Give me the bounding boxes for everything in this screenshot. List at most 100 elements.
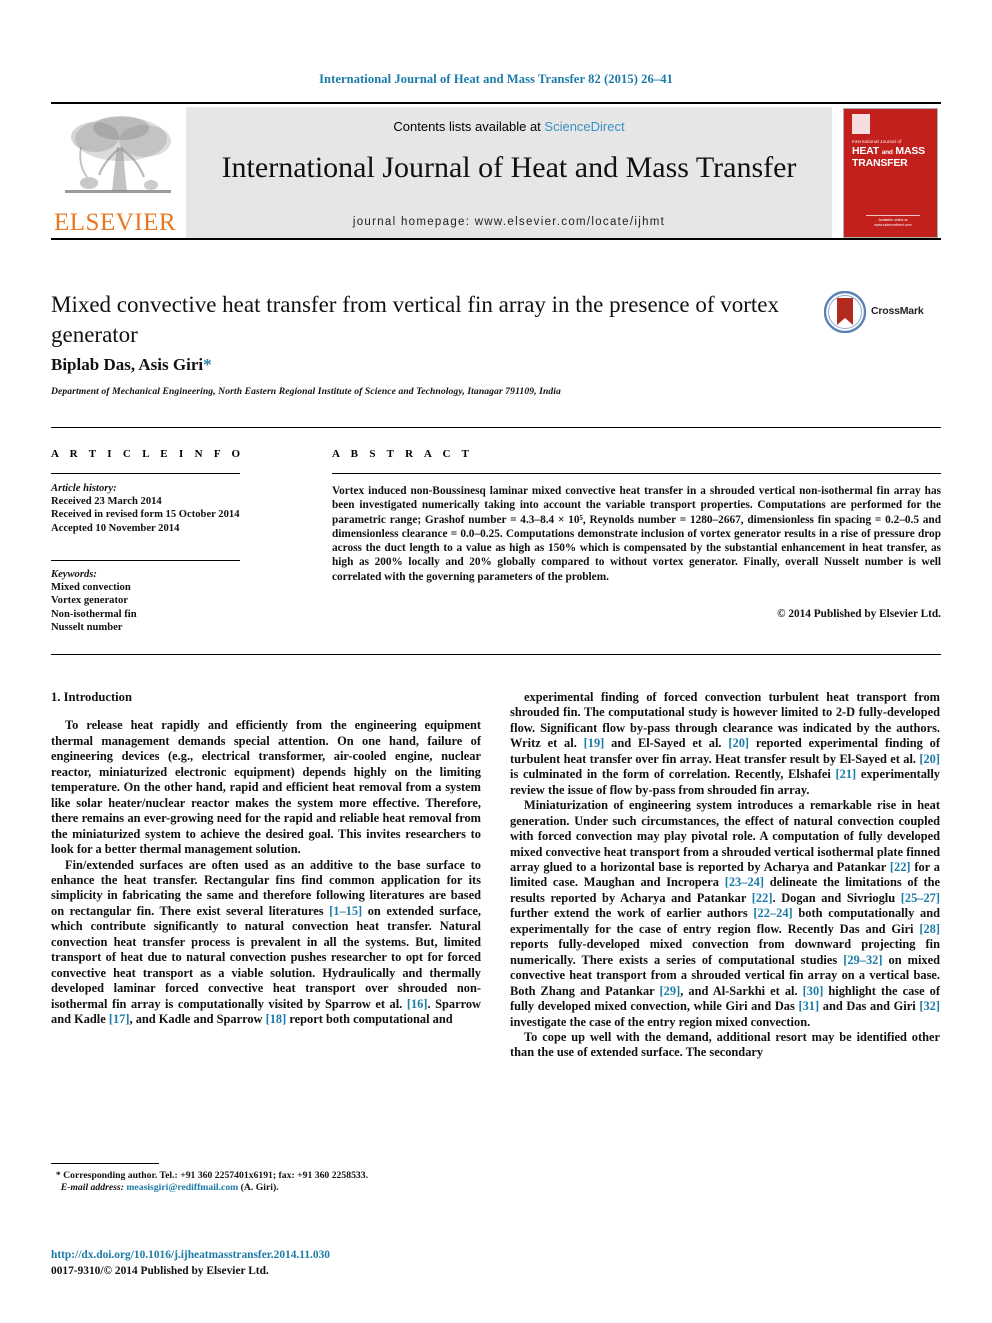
keyword-item: Non-isothermal fin <box>51 608 137 620</box>
text-run: is culminated in the form of correlation… <box>510 767 836 782</box>
cover-line-big: HEAT and MASS TRANSFER <box>852 146 925 169</box>
article-info-heading: A R T I C L E I N F O <box>51 448 245 460</box>
abstract-text: Vortex induced non-Boussinesq laminar mi… <box>332 485 941 583</box>
citation-ref[interactable]: [19] <box>584 736 605 750</box>
running-head: International Journal of Heat and Mass T… <box>319 72 673 86</box>
text-run: , and Kadle and Sparrow <box>129 1012 266 1027</box>
citation-ref[interactable]: [17] <box>109 1012 130 1026</box>
authors-names: Biplab Das, Asis Giri <box>51 355 204 374</box>
sciencedirect-link[interactable]: ScienceDirect <box>544 119 624 134</box>
cover-elsevier-icon <box>852 114 870 134</box>
citation-ref[interactable]: [29–32] <box>843 953 882 967</box>
footnote-marker: * <box>55 1170 61 1181</box>
abstract-copyright: © 2014 Published by Elsevier Ltd. <box>777 608 941 620</box>
masthead-center: Contents lists available at ScienceDirec… <box>186 107 832 239</box>
text-run: and El-Sayed et al. <box>604 736 729 751</box>
cover-line-small: International Journal of <box>852 139 902 144</box>
journal-cover: International Journal of HEAT and MASS T… <box>840 107 941 239</box>
text-run: on extended surface, which contribute si… <box>51 903 481 1011</box>
corresponding-author-footnote: * Corresponding author. Tel.: +91 360 22… <box>51 1170 481 1194</box>
citation-ref[interactable]: [30] <box>803 984 824 998</box>
text-run: report both computational and <box>286 1012 453 1027</box>
citation-ref[interactable]: [32] <box>919 999 940 1013</box>
article-info-divider <box>51 473 240 474</box>
elsevier-tree-icon <box>59 111 177 209</box>
article-history: Article history: Received 23 March 2014 … <box>51 482 281 535</box>
footnote-email-link[interactable]: measisgiri@rediffmail.com <box>126 1182 238 1193</box>
cover-and: and <box>881 149 893 156</box>
citation-ref[interactable]: [28] <box>919 922 940 936</box>
doi-link[interactable]: http://dx.doi.org/10.1016/j.ijheatmasstr… <box>51 1249 330 1261</box>
article-history-item: Received in revised form 15 October 2014 <box>51 509 240 521</box>
cover-mass: MASS <box>895 145 925 157</box>
text-run: further extend the work of earlier autho… <box>510 906 754 921</box>
cover-footer-text: Available online at www.sciencedirect.co… <box>866 215 920 228</box>
issn-copyright-line: 0017-9310/© 2014 Published by Elsevier L… <box>51 1265 269 1277</box>
body-column-right: experimental finding of forced convectio… <box>510 690 940 1061</box>
citation-ref[interactable]: [20] <box>919 752 940 766</box>
cover-transfer: TRANSFER <box>852 157 908 169</box>
citation-ref[interactable]: [25–27] <box>901 891 940 905</box>
footnote-line-1: * Corresponding author. Tel.: +91 360 22… <box>51 1170 481 1182</box>
paragraph: Fin/extended surfaces are often used as … <box>51 858 481 1028</box>
citation-ref[interactable]: [20] <box>728 736 749 750</box>
keyword-item: Mixed convection <box>51 582 131 594</box>
contents-available-line: Contents lists available at ScienceDirec… <box>186 119 832 134</box>
body-column-left: 1. Introduction To release heat rapidly … <box>51 690 481 1028</box>
elsevier-wordmark: ELSEVIER <box>54 209 177 236</box>
keyword-item: Vortex generator <box>51 595 128 607</box>
abstract-heading: A B S T R A C T <box>332 448 474 460</box>
page-title: Mixed convective heat transfer from vert… <box>51 292 780 347</box>
footnote-line-2: E-mail address: measisgiri@rediffmail.co… <box>51 1182 481 1194</box>
citation-ref[interactable]: [31] <box>798 999 819 1013</box>
citation-ref[interactable]: [16] <box>407 997 428 1011</box>
journal-cover-image: International Journal of HEAT and MASS T… <box>843 108 938 238</box>
text-run: investigate the case of the entry region… <box>510 1014 811 1029</box>
paragraph: Miniaturization of engineering system in… <box>510 798 940 1030</box>
citation-ref[interactable]: [21] <box>836 767 857 781</box>
journal-masthead: ELSEVIER Contents lists available at Sci… <box>51 102 941 239</box>
citation-ref[interactable]: [22] <box>890 860 911 874</box>
article-history-item: Received 23 March 2014 <box>51 496 162 508</box>
keywords-list: Keywords: Mixed convection Vortex genera… <box>51 568 281 634</box>
text-run: Miniaturization of engineering system in… <box>510 798 940 874</box>
text-run: and Das and Giri <box>819 999 920 1014</box>
footnote-corresponding-text: Corresponding author. Tel.: +91 360 2257… <box>63 1170 369 1181</box>
keyword-item: Nusselt number <box>51 621 123 633</box>
section-heading-introduction: 1. Introduction <box>51 690 132 704</box>
abstract-band-bottom-divider <box>51 654 941 655</box>
abstract-band-top-divider <box>51 427 941 428</box>
paragraph: To cope up well with the demand, additio… <box>510 1029 940 1060</box>
text-run: . Dogan and Sivrioglu <box>772 890 901 905</box>
keywords-label: Keywords: <box>51 569 97 580</box>
title-divider <box>51 238 941 240</box>
footnote-email-suffix: (A. Giri). <box>240 1182 279 1193</box>
citation-ref[interactable]: [22] <box>752 891 773 905</box>
citation-ref[interactable]: [1–15] <box>329 904 362 918</box>
abstract-divider <box>332 473 941 474</box>
paragraph: To release heat rapidly and efficiently … <box>51 718 481 857</box>
contents-prefix: Contents lists available at <box>393 119 545 134</box>
citation-ref[interactable]: [18] <box>266 1012 287 1026</box>
citation-ref[interactable]: [23–24] <box>725 875 764 889</box>
affiliation: Department of Mechanical Engineering, No… <box>51 386 561 397</box>
article-history-item: Accepted 10 November 2014 <box>51 522 180 534</box>
corresponding-marker: * <box>203 355 212 374</box>
journal-homepage-link[interactable]: journal homepage: www.elsevier.com/locat… <box>186 216 832 228</box>
text-run: , and Al-Sarkhi et al. <box>680 983 803 998</box>
crossmark-badge[interactable]: CrossMark <box>824 291 942 337</box>
footnote-divider <box>51 1163 159 1164</box>
journal-title: International Journal of Heat and Mass T… <box>221 151 797 184</box>
elsevier-tree-svg <box>65 116 171 193</box>
citation-ref[interactable]: [29] <box>660 984 681 998</box>
crossmark-label: CrossMark <box>871 305 924 317</box>
citation-ref[interactable]: [22–24] <box>753 906 792 920</box>
crossmark-icon <box>824 291 866 333</box>
footnote-email-label: E-mail address: <box>60 1182 124 1193</box>
paper-page: International Journal of Heat and Mass T… <box>0 0 992 1323</box>
paragraph: experimental finding of forced convectio… <box>510 690 940 798</box>
authors-line: Biplab Das, Asis Giri* <box>51 355 212 375</box>
cover-heat: HEAT <box>852 145 880 157</box>
elsevier-logo: ELSEVIER <box>51 107 184 239</box>
keywords-divider <box>51 560 240 561</box>
